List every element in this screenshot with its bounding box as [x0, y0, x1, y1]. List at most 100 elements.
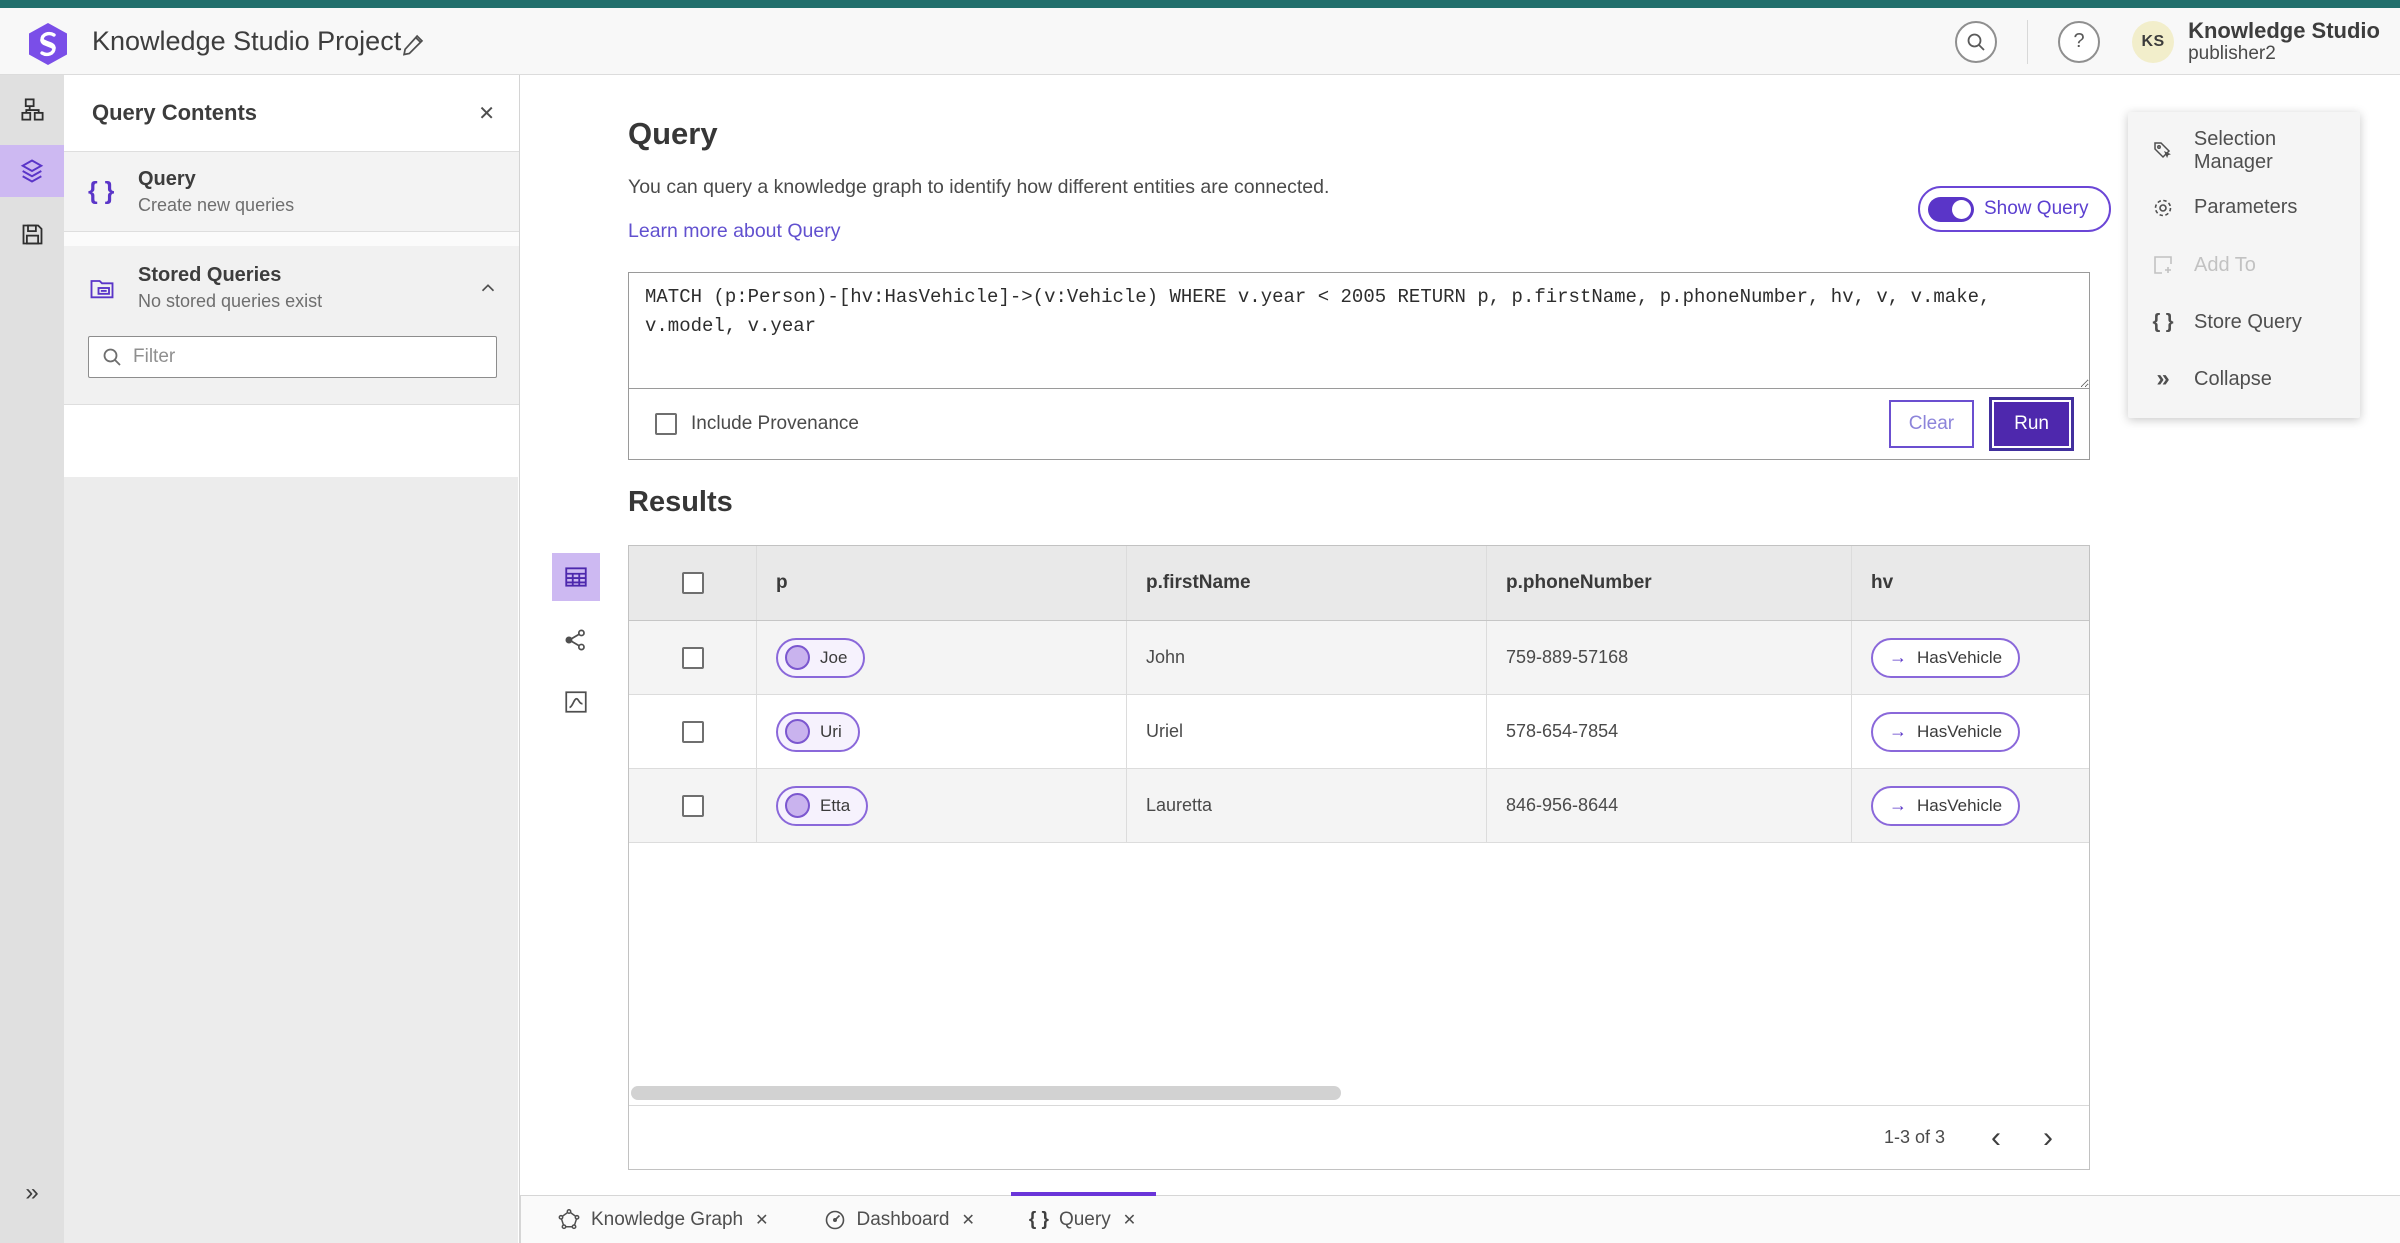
cell-hv: → HasVehicle — [1851, 621, 2089, 694]
table-icon — [565, 567, 587, 587]
show-query-label: Show Query — [1984, 198, 2089, 219]
row-checkbox[interactable] — [681, 794, 704, 817]
tab-label: Dashboard — [856, 1208, 950, 1230]
stored-queries-text: Stored Queries No stored queries exist — [138, 264, 477, 312]
graph-view-button[interactable] — [552, 616, 600, 664]
collapse-label: Collapse — [2194, 367, 2272, 390]
arrow-right-icon: → — [1889, 721, 1907, 741]
parameters-button[interactable]: Parameters — [2128, 179, 2360, 236]
chart-icon — [565, 691, 587, 713]
close-tab-button[interactable]: ✕ — [959, 1208, 976, 1232]
previous-page-button[interactable]: ‹ — [1983, 1120, 2009, 1154]
search-button[interactable] — [1955, 20, 1998, 63]
row-checkbox[interactable] — [681, 646, 704, 669]
edge-chip-label: HasVehicle — [1917, 647, 2003, 667]
table-row[interactable]: Uri Uriel 578-654-7854 → HasVehicle — [629, 695, 2089, 769]
column-header-phonenumber[interactable]: p.phoneNumber — [1486, 546, 1851, 620]
chart-view-button[interactable] — [552, 678, 600, 726]
toggle-knob — [1952, 199, 1971, 219]
stored-queries-description: No stored queries exist — [138, 291, 323, 311]
query-item-text: Query Create new queries — [138, 168, 499, 216]
expand-panel-button[interactable]: » — [0, 1173, 64, 1213]
cell-p: Etta — [756, 769, 1126, 842]
save-icon — [22, 224, 42, 244]
close-icon: ✕ — [1122, 1211, 1137, 1229]
store-query-button[interactable]: { } Store Query — [2128, 294, 2360, 351]
stored-queries-label: Stored Queries — [138, 264, 282, 286]
avatar[interactable]: KS — [2132, 20, 2175, 63]
run-button[interactable]: Run — [1989, 397, 2074, 451]
store-query-label: Store Query — [2194, 310, 2302, 333]
app-root: Knowledge Studio Project ? KS Knowledge … — [0, 0, 2400, 1243]
left-icon-rail: » — [0, 75, 64, 1243]
table-view-button[interactable] — [552, 553, 600, 601]
query-editor-card: MATCH (p:Person)-[hv:HasVehicle]->(v:Veh… — [628, 272, 2090, 460]
selection-manager-button[interactable]: Selection Manager — [2128, 122, 2360, 179]
query-layers-nav-button[interactable] — [0, 145, 64, 197]
results-title: Results — [628, 486, 733, 518]
dashboard-gauge-icon — [825, 1210, 844, 1229]
person-chip[interactable]: Etta — [776, 785, 869, 826]
cell-phone-number: 578-654-7854 — [1486, 695, 1851, 768]
collapse-panel-button[interactable]: » Collapse — [2128, 351, 2360, 408]
person-chip-label: Joe — [820, 647, 848, 667]
cell-hv: → HasVehicle — [1851, 695, 2089, 768]
select-all-checkbox[interactable] — [681, 572, 704, 594]
column-header-firstname[interactable]: p.firstName — [1126, 546, 1486, 620]
edge-chip[interactable]: → HasVehicle — [1871, 711, 2021, 752]
table-row[interactable]: Etta Lauretta 846-956-8644 → HasVehicle — [629, 769, 2089, 843]
query-item-description: Create new queries — [138, 194, 295, 215]
help-button[interactable]: ? — [2058, 20, 2101, 63]
row-checkbox[interactable] — [681, 720, 704, 743]
close-tab-button[interactable]: ✕ — [1121, 1208, 1138, 1232]
scrollbar-thumb[interactable] — [631, 1086, 1341, 1100]
include-provenance-checkbox[interactable] — [655, 413, 677, 435]
tab-label: Knowledge Graph — [591, 1208, 744, 1230]
user-name: publisher2 — [2188, 43, 2276, 65]
tab-knowledge-graph[interactable]: Knowledge Graph ✕ — [531, 1196, 797, 1243]
query-contents-panel: Query Contents ✕ { } Query Create new qu… — [64, 75, 520, 1243]
table-empty-area — [629, 843, 2089, 1083]
close-panel-button[interactable]: ✕ — [478, 101, 495, 126]
save-nav-button[interactable] — [0, 208, 64, 260]
edit-title-icon[interactable] — [400, 28, 432, 60]
pagination-range: 1-3 of 3 — [1883, 1127, 1945, 1147]
pipelines-nav-button[interactable] — [0, 83, 64, 135]
edge-chip[interactable]: → HasVehicle — [1871, 637, 2021, 678]
node-icon — [785, 793, 810, 818]
table-row[interactable]: Joe John 759-889-57168 → HasVehicle — [629, 621, 2089, 695]
layers-icon — [20, 159, 44, 183]
edge-chip[interactable]: → HasVehicle — [1871, 785, 2021, 826]
tab-query[interactable]: { } Query ✕ — [1003, 1191, 1164, 1243]
learn-more-link[interactable]: Learn more about Query — [628, 220, 840, 243]
row-checkbox-cell — [629, 720, 756, 743]
cell-phone-number: 759-889-57168 — [1486, 621, 1851, 694]
node-icon — [785, 719, 810, 744]
column-header-hv[interactable]: hv — [1851, 546, 2089, 620]
include-provenance-label: Include Provenance — [691, 413, 859, 434]
column-header-p[interactable]: p — [756, 546, 1126, 620]
collapse-section-button[interactable] — [477, 277, 499, 299]
horizontal-scrollbar — [629, 1083, 2089, 1105]
show-query-toggle[interactable]: Show Query — [1918, 186, 2111, 232]
edge-chip-label: HasVehicle — [1917, 721, 2003, 741]
topbar-divider — [2027, 19, 2029, 64]
prev-chevron-icon: ‹ — [1991, 1120, 2001, 1154]
filter-input[interactable] — [88, 336, 497, 378]
pagination-footer: 1-3 of 3 ‹ › — [629, 1105, 2089, 1169]
selection-manager-label: Selection Manager — [2193, 127, 2277, 173]
stored-queries-header[interactable]: Stored Queries No stored queries exist — [88, 264, 499, 312]
panel-header: Query Contents ✕ — [64, 75, 519, 152]
person-chip[interactable]: Joe — [776, 637, 866, 678]
header-checkbox-cell — [629, 572, 756, 594]
next-page-button[interactable]: › — [2035, 1122, 2061, 1153]
query-text-input[interactable]: MATCH (p:Person)-[hv:HasVehicle]->(v:Veh… — [629, 273, 2089, 389]
top-accent-bar — [0, 0, 2400, 8]
sidebar-item-query[interactable]: { } Query Create new queries — [64, 152, 519, 232]
cell-p: Uri — [756, 695, 1126, 768]
clear-button[interactable]: Clear — [1888, 400, 1975, 448]
toggle-switch-on[interactable] — [1928, 196, 1974, 222]
tab-dashboard[interactable]: Dashboard ✕ — [797, 1196, 1003, 1243]
person-chip[interactable]: Uri — [776, 711, 860, 752]
close-tab-button[interactable]: ✕ — [753, 1208, 770, 1232]
